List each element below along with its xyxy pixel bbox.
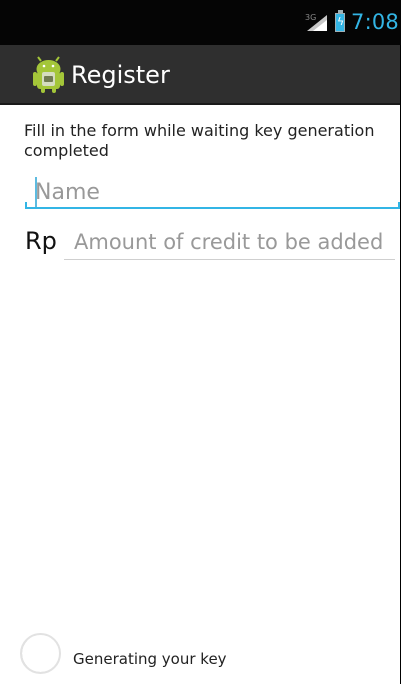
form-instruction: Fill in the form while waiting key gener… xyxy=(24,121,375,160)
currency-label: Rp xyxy=(25,227,57,255)
progress-spinner-icon xyxy=(20,633,61,674)
progress-label: Generating your key xyxy=(73,650,227,668)
register-screen: 3G ϟ 7:08 Register Fill in the form whil… xyxy=(0,0,401,684)
credit-input-underline xyxy=(64,259,395,260)
register-form: Fill in the form while waiting key gener… xyxy=(0,105,401,684)
signal-icon: 3G xyxy=(305,12,329,32)
action-bar: Register xyxy=(0,45,401,105)
credit-amount-input[interactable] xyxy=(64,223,401,261)
credit-field-row: Rp xyxy=(25,223,401,263)
network-type-label: 3G xyxy=(305,12,317,22)
name-input-underline xyxy=(25,202,400,209)
text-cursor xyxy=(35,177,37,208)
android-app-icon xyxy=(33,56,64,93)
page-title: Register xyxy=(71,61,170,89)
status-icons: 3G ϟ 7:08 xyxy=(305,0,401,45)
clock-time: 7:08 xyxy=(351,10,399,34)
battery-icon: ϟ xyxy=(335,10,346,32)
name-field[interactable] xyxy=(25,175,401,210)
name-input[interactable] xyxy=(25,175,401,210)
charging-icon: ϟ xyxy=(337,15,345,28)
status-bar: 3G ϟ 7:08 xyxy=(0,0,401,45)
